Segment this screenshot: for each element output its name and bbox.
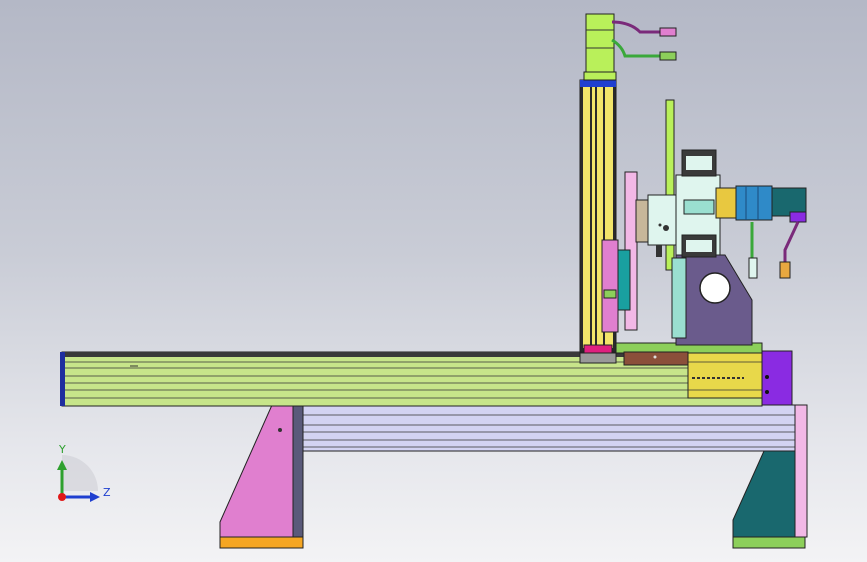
z-axis-label: Z: [103, 486, 111, 499]
base-beam: [299, 404, 801, 452]
z-axis-column: [579, 79, 619, 364]
gantry-robot-drawing: [57, 13, 808, 549]
cad-viewport[interactable]: Y Z: [0, 0, 867, 562]
coordinate-triad: [57, 455, 100, 502]
right-foot: [732, 536, 806, 549]
tool-head-assembly: [617, 99, 807, 346]
base-frame: [219, 404, 808, 549]
right-leg: [732, 450, 796, 538]
x-drive-block: [687, 351, 763, 399]
x-axis-origin: [58, 493, 66, 501]
y-axis-label: Y: [59, 443, 66, 456]
z-axis-motor: [583, 13, 677, 81]
left-leg: [219, 404, 294, 538]
left-foot: [219, 536, 304, 549]
